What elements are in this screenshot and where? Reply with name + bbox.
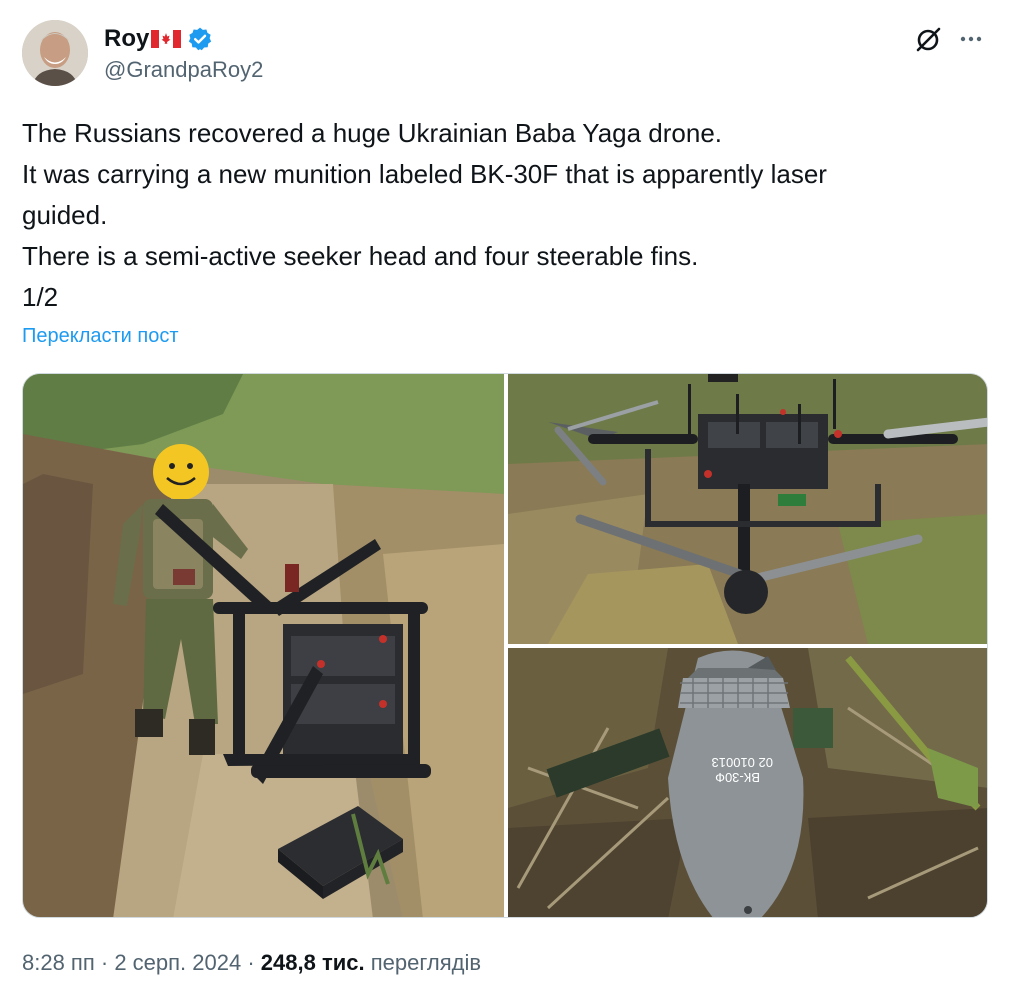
photo-soldier-with-drone[interactable] xyxy=(23,374,504,917)
munition-marking-1: ВК-30Ф xyxy=(715,770,760,785)
author-info: Roy @GrandpaRoy2 xyxy=(104,24,263,83)
grok-slash-circle-icon[interactable] xyxy=(912,22,946,56)
tweet-line: 1/2 xyxy=(22,282,59,312)
views-label: переглядів xyxy=(364,950,482,975)
translate-post-link[interactable]: Перекласти пост xyxy=(22,325,179,348)
meta-separator: · xyxy=(241,950,261,975)
tweet-date[interactable]: 2 серп. 2024 xyxy=(114,950,241,975)
avatar[interactable] xyxy=(22,20,88,86)
verified-badge-icon[interactable] xyxy=(187,26,213,52)
photo-drone-top-view[interactable] xyxy=(508,374,987,644)
tweet-line: There is a semi-active seeker head and f… xyxy=(22,241,699,271)
munition-marking-2: 02 010013 xyxy=(712,755,773,770)
tweet-line: The Russians recovered a huge Ukrainian … xyxy=(22,118,723,148)
tweet-meta: 8:28 пп · 2 серп. 2024 · 248,8 тис. пере… xyxy=(22,950,481,976)
canada-flag-icon xyxy=(151,30,182,48)
display-name[interactable]: Roy xyxy=(104,25,149,53)
meta-separator: · xyxy=(94,950,115,975)
photo-munition[interactable]: ВК-30Ф 02 010013 xyxy=(508,648,987,917)
name-row: Roy xyxy=(104,24,263,54)
views-count: 248,8 тис. xyxy=(260,950,365,975)
media-grid: ВК-30Ф 02 010013 xyxy=(22,373,988,918)
tweet-time[interactable]: 8:28 пп xyxy=(22,950,95,975)
author-handle[interactable]: @GrandpaRoy2 xyxy=(104,57,263,83)
tweet-header: Roy @GrandpaRoy2 xyxy=(22,20,1002,90)
more-horizontal-icon[interactable] xyxy=(954,22,988,56)
tweet-text: The Russians recovered a huge Ukrainian … xyxy=(22,113,982,318)
tweet-line: It was carrying a new munition labeled B… xyxy=(22,159,827,189)
tweet-line: guided. xyxy=(22,200,108,230)
